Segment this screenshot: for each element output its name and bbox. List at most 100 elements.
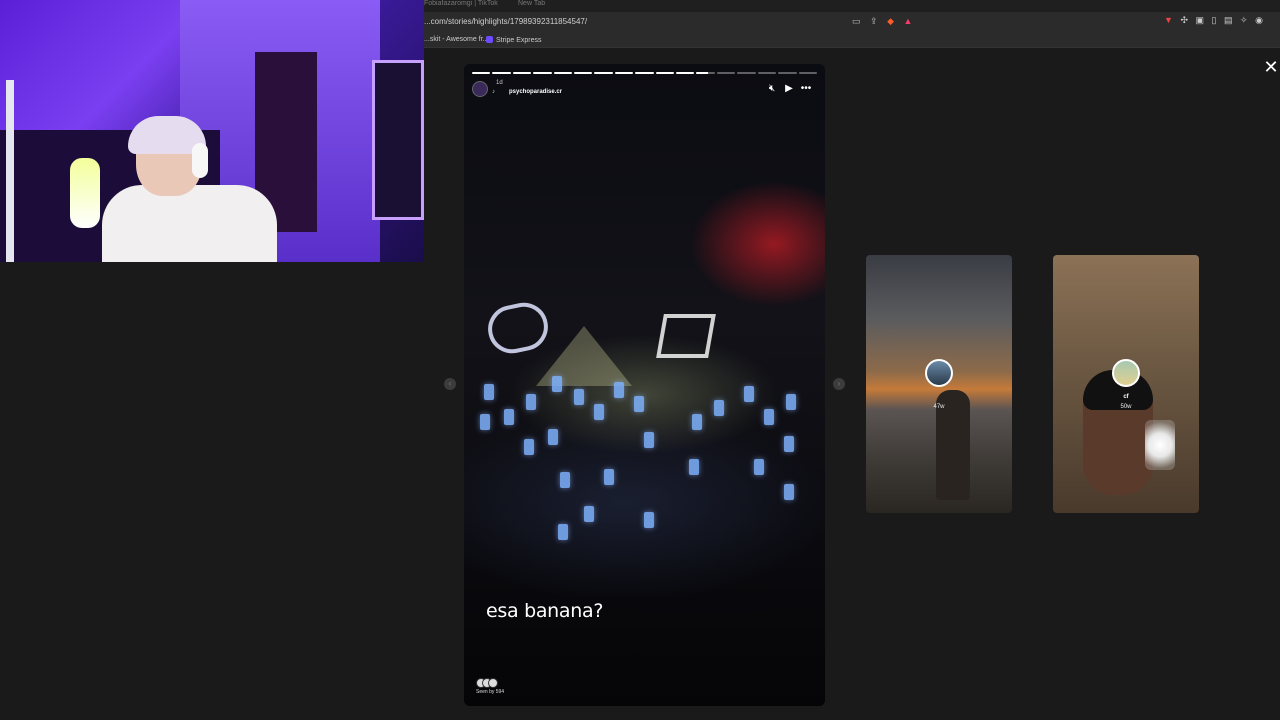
crowd-phone-light (692, 414, 702, 430)
progress-segment (696, 72, 715, 74)
progress-segment-fill (614, 72, 634, 74)
stage-logo-right (656, 314, 716, 358)
progress-segment-fill (472, 72, 491, 74)
story-time: 1d (496, 80, 503, 86)
progress-segment (716, 72, 736, 74)
progress-segment (594, 72, 613, 74)
crowd-phone-light (784, 484, 794, 500)
stage-light (536, 326, 632, 386)
progress-segment-fill (553, 72, 573, 74)
crowd-phone-light (754, 459, 764, 475)
crowd-phone-light (714, 400, 724, 416)
crowd-phone-light (644, 512, 654, 528)
story-card[interactable]: 1d ♪ psychoparadise.cr 🔇︎ ▶ ••• esa bana… (464, 64, 825, 706)
crowd-phone-light (614, 382, 624, 398)
webcam-microphone (70, 158, 100, 228)
story-username[interactable]: psychoparadise.cr (509, 89, 562, 95)
crowd-phone-light (574, 389, 584, 405)
crowd-phone-light (504, 409, 514, 425)
crowd-phone-light (560, 472, 570, 488)
crowd-phone-light (548, 429, 558, 445)
stripe-icon (486, 36, 493, 43)
story-header: 1d ♪ psychoparadise.cr 🔇︎ ▶ ••• (472, 80, 817, 100)
avatar (925, 359, 953, 387)
more-icon[interactable]: ••• (800, 83, 812, 95)
close-icon[interactable]: ✕ (1262, 58, 1280, 76)
browser-tab[interactable]: Fobiafazaromgi | TikTok (424, 0, 498, 7)
progress-segment-fill (696, 72, 708, 74)
progress-segment (798, 72, 817, 74)
music-icon: ♪ (492, 89, 495, 95)
mute-icon[interactable]: 🔇︎ (766, 83, 778, 95)
prev-story-arrow-icon[interactable]: ‹ (444, 378, 456, 390)
progress-segment (655, 72, 675, 74)
brave-rewards-icon[interactable]: ▲ (904, 16, 913, 26)
crowd-phone-light (604, 469, 614, 485)
avatar (488, 678, 498, 688)
avatar[interactable] (472, 81, 488, 97)
crowd-phone-light (594, 404, 604, 420)
cast-icon[interactable]: ▭ (852, 16, 861, 26)
wallet-icon[interactable]: ▤ (1224, 15, 1233, 25)
webcam-picture-frame (372, 60, 424, 220)
crowd-phone-light (480, 414, 490, 430)
progress-segment (574, 72, 593, 74)
bookmark-item[interactable]: ...skit - Awesome fr... (424, 36, 488, 43)
progress-segment (614, 72, 634, 74)
brave-shield-icon[interactable]: ◆ (887, 16, 894, 26)
progress-segment (757, 72, 777, 74)
story-preview[interactable]: 47w (866, 255, 1012, 513)
address-bar-icons: ▭ ⇪ ◆ ▲ (852, 16, 919, 27)
seen-by-count[interactable]: Seen by 594 (476, 689, 504, 695)
bookmark-item[interactable]: Stripe Express (486, 36, 542, 44)
crowd-phone-light (689, 459, 699, 475)
progress-segment-fill (492, 72, 511, 74)
crowd-phone-light (552, 376, 562, 392)
webcam-mic-arm (6, 80, 14, 262)
avatar (1112, 359, 1140, 387)
crowd-phone-light (558, 524, 568, 540)
progress-segment (737, 72, 756, 74)
url-text[interactable]: ...com/stories/highlights/17989392311854… (424, 17, 587, 26)
leo-icon[interactable]: ✧ (1240, 15, 1248, 25)
progress-segment (676, 72, 695, 74)
progress-segment-fill (594, 72, 613, 74)
next-story-arrow-icon[interactable]: › (833, 378, 845, 390)
story-caption: esa banana? (486, 600, 604, 622)
seen-by-avatars[interactable] (476, 678, 502, 688)
story-preview[interactable]: cf 50w (1053, 255, 1199, 513)
extensions-toolbar: ▼ ✣ ▣ ▯ ▤ ✧ ◉ (1164, 15, 1268, 26)
progress-segment (472, 72, 491, 74)
progress-segment (553, 72, 573, 74)
progress-segment-fill (655, 72, 675, 74)
browser-tab[interactable]: New Tab (518, 0, 545, 7)
preview-time: 50w (1120, 404, 1132, 410)
share-icon[interactable]: ⇪ (870, 16, 878, 26)
progress-segment (492, 72, 511, 74)
progress-segment-fill (635, 72, 654, 74)
webcam-person-body (102, 185, 277, 262)
preview-username: cf (1123, 394, 1129, 400)
webcam-overlay (0, 0, 424, 262)
crowd-phone-light (484, 384, 494, 400)
vpn-icon[interactable]: ◉ (1255, 15, 1263, 25)
progress-segment (778, 72, 797, 74)
browser-tab-strip: Fobiafazaromgi | TikTok New Tab (424, 0, 1280, 12)
progress-segment-fill (676, 72, 695, 74)
sidebar-icon[interactable]: ▯ (1212, 15, 1217, 25)
puzzle-icon[interactable]: ✣ (1180, 15, 1188, 25)
progress-segment (635, 72, 654, 74)
bookmark-label: Stripe Express (496, 37, 542, 44)
crowd-phone-light (786, 394, 796, 410)
progress-segment (533, 72, 552, 74)
extension-icon[interactable]: ▣ (1196, 15, 1205, 25)
play-icon[interactable]: ▶ (783, 83, 795, 95)
preview-phone-flash (1145, 420, 1175, 470)
screen: Fobiafazaromgi | TikTok New Tab ...com/s… (0, 0, 1280, 720)
crowd-phone-light (524, 439, 534, 455)
crowd-phone-light (764, 409, 774, 425)
progress-segment-fill (512, 72, 532, 74)
crowd-phone-light (744, 386, 754, 402)
story-progress-bar (472, 72, 817, 74)
extension-icon[interactable]: ▼ (1164, 15, 1173, 25)
